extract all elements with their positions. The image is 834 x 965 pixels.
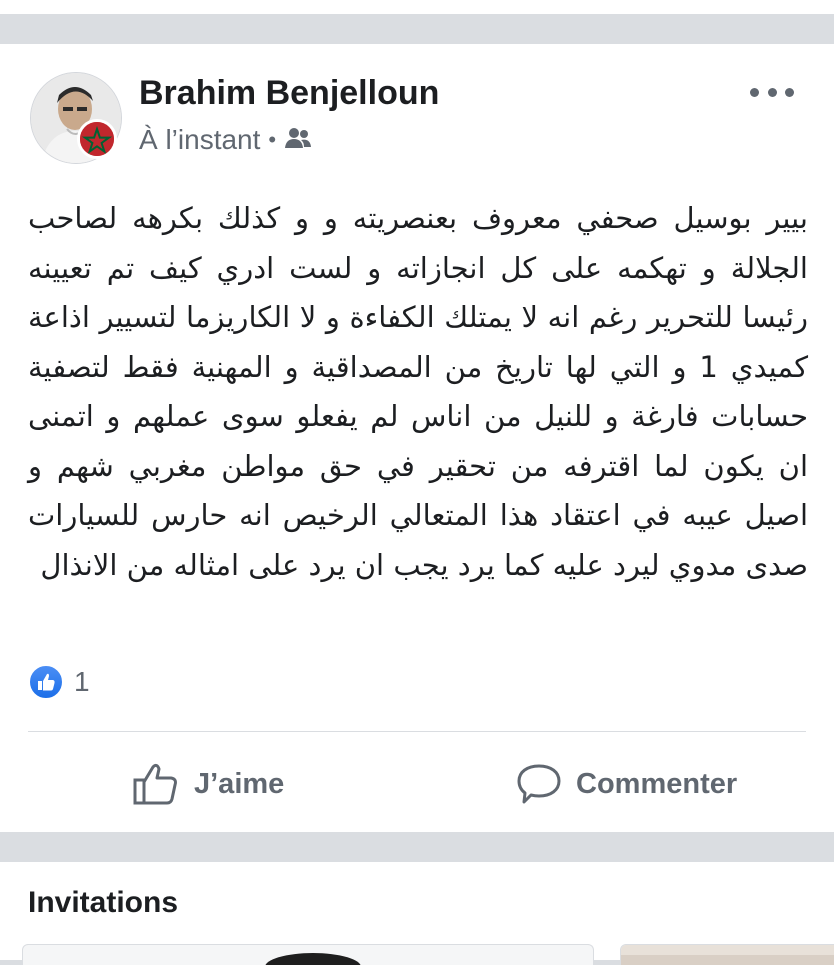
post-body-text: بيير بوسيل صحفي معروف بعنصريته و و كذلك … bbox=[28, 201, 808, 582]
comment-label: Commenter bbox=[576, 767, 738, 800]
friends-icon[interactable] bbox=[284, 124, 312, 156]
comment-icon bbox=[517, 764, 561, 804]
invitation-photo bbox=[265, 953, 361, 965]
comment-button[interactable]: Commenter bbox=[516, 756, 737, 812]
action-divider bbox=[28, 731, 806, 732]
feed-post: Brahim Benjelloun À l’instant • بيير بوس… bbox=[0, 44, 834, 832]
like-button[interactable]: J’aime bbox=[132, 756, 284, 812]
reaction-count: 1 bbox=[74, 666, 90, 697]
post-meta: À l’instant • bbox=[139, 124, 312, 156]
like-reaction-icon bbox=[28, 664, 64, 700]
more-dot bbox=[785, 87, 794, 97]
invitation-photo bbox=[621, 945, 834, 965]
author-name[interactable]: Brahim Benjelloun bbox=[139, 74, 439, 113]
invitation-card[interactable] bbox=[22, 944, 594, 965]
morocco-flag-badge-icon bbox=[77, 119, 117, 159]
previous-card-edge bbox=[0, 0, 834, 14]
thumbs-up-icon bbox=[133, 763, 177, 805]
more-options-icon[interactable] bbox=[750, 82, 794, 102]
invitation-card[interactable] bbox=[620, 944, 834, 965]
like-label: J’aime bbox=[194, 767, 285, 800]
invitations-title: Invitations bbox=[28, 886, 179, 919]
meta-separator: • bbox=[268, 127, 277, 152]
invitations-section: Invitations bbox=[0, 862, 834, 965]
more-dot bbox=[750, 87, 759, 97]
post-timestamp[interactable]: À l’instant bbox=[139, 124, 260, 156]
more-dot bbox=[767, 87, 777, 97]
reaction-summary[interactable]: 1 bbox=[28, 664, 90, 700]
